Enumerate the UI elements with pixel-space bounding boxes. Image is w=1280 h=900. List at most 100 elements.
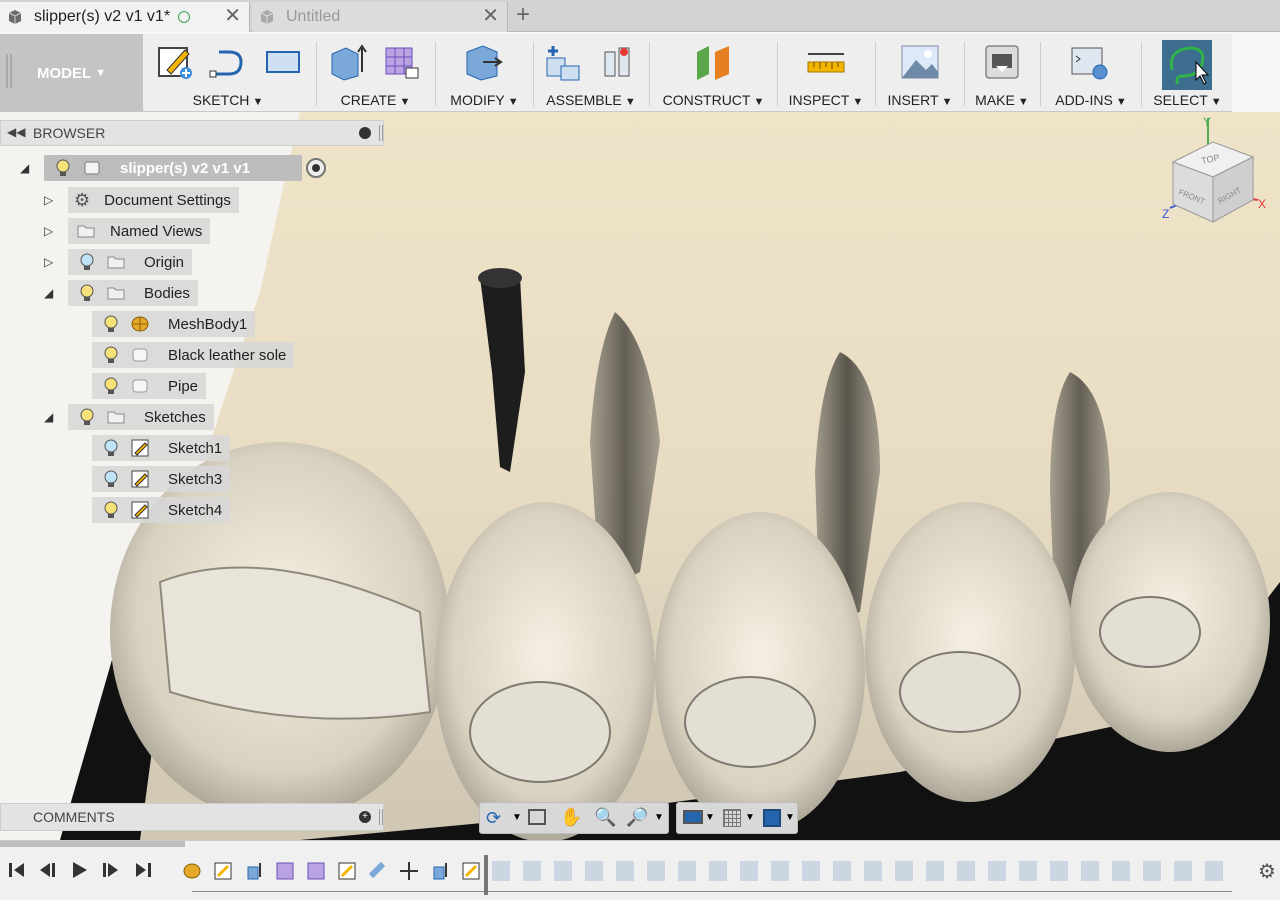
add-comment-icon[interactable]: + (359, 811, 371, 823)
browser-item-sketch1[interactable]: Sketch1 (92, 435, 231, 461)
browser-item-sketch3[interactable]: Sketch3 (92, 466, 231, 492)
scripts-addins-icon[interactable] (1070, 42, 1110, 82)
browser-item-sketch4[interactable]: Sketch4 (92, 497, 231, 523)
collapse-panel-icon[interactable]: ◀◀ (7, 125, 25, 139)
step-back-icon[interactable] (36, 859, 60, 881)
visibility-bulb-icon[interactable] (102, 345, 120, 365)
collapse-arrow-icon[interactable]: ◢ (44, 410, 53, 424)
black-leather-sole-chip[interactable]: Black leather sole (92, 342, 295, 368)
toolbar-grip-icon[interactable] (6, 54, 12, 88)
look-at-icon[interactable] (528, 809, 546, 825)
timeline-sketch-feature-icon[interactable] (337, 861, 357, 881)
chevron-down-icon[interactable]: ▼ (785, 812, 795, 823)
extrude-icon[interactable] (328, 42, 368, 82)
form-box-icon[interactable] (382, 42, 422, 82)
toolbar-label-assemble[interactable]: ASSEMBLE (535, 92, 647, 108)
visibility-bulb-icon[interactable] (78, 407, 96, 427)
joint-icon[interactable] (597, 42, 637, 82)
sketch4-chip[interactable]: Sketch4 (92, 497, 231, 523)
document-tab-inactive[interactable]: Untitled ✕ (252, 2, 508, 32)
grid-icon[interactable] (723, 809, 741, 827)
pipe-chip[interactable]: Pipe (92, 373, 207, 399)
document-settings-chip[interactable]: ⚙ Document Settings (68, 187, 239, 213)
timeline-form-feature-icon[interactable] (306, 861, 326, 881)
browser-item-named-views[interactable]: ▷ Named Views (44, 218, 211, 244)
orbit-icon[interactable]: ⟳ (486, 808, 501, 829)
pan-hand-icon[interactable]: ✋ (560, 807, 582, 828)
fit-zoom-icon[interactable]: 🔎 (626, 807, 648, 828)
expand-arrow-icon[interactable]: ▷ (44, 255, 53, 269)
bodies-chip[interactable]: Bodies (68, 280, 198, 306)
chevron-down-icon[interactable]: ▼ (512, 812, 522, 823)
sketches-chip[interactable]: Sketches (68, 404, 214, 430)
visibility-bulb-icon[interactable] (102, 376, 120, 396)
collapse-arrow-icon[interactable]: ◢ (44, 286, 53, 300)
offset-plane-icon[interactable] (693, 42, 733, 82)
activate-radio-icon[interactable] (306, 158, 326, 178)
browser-item-pipe[interactable]: Pipe (92, 373, 207, 399)
visibility-bulb-off-icon[interactable] (78, 252, 96, 272)
timeline-extrude-feature-icon[interactable] (430, 861, 450, 881)
panel-grip-icon[interactable] (379, 125, 383, 141)
toolbar-label-inspect[interactable]: INSPECT (779, 92, 873, 108)
named-views-chip[interactable]: Named Views (68, 218, 211, 244)
timeline-scroll-track[interactable] (0, 841, 185, 847)
panel-grip-icon[interactable] (379, 809, 383, 825)
timeline-form-feature-icon[interactable] (275, 861, 295, 881)
comments-panel-header[interactable]: COMMENTS + (0, 803, 384, 831)
press-pull-icon[interactable] (463, 42, 503, 82)
chevron-down-icon[interactable]: ▼ (705, 812, 715, 823)
zoom-icon[interactable]: 🔍 (594, 807, 616, 828)
rectangle-icon[interactable] (263, 42, 303, 82)
toolbar-label-select[interactable]: SELECT (1143, 92, 1232, 108)
3d-print-icon[interactable] (982, 42, 1022, 82)
toolbar-label-sketch[interactable]: SKETCH (143, 92, 313, 108)
measure-icon[interactable] (806, 42, 846, 82)
sketch3-chip[interactable]: Sketch3 (92, 466, 231, 492)
go-to-end-icon[interactable] (132, 859, 156, 881)
toolbar-label-construct[interactable]: CONSTRUCT (651, 92, 776, 108)
browser-item-meshbody1[interactable]: MeshBody1 (92, 311, 256, 337)
browser-item-bodies[interactable]: ◢ Bodies (44, 280, 198, 306)
timeline-mesh-feature-icon[interactable] (182, 861, 202, 881)
document-tab-active[interactable]: slipper(s) v2 v1 v1* ✕ (0, 2, 250, 32)
new-tab-button[interactable]: + (516, 2, 530, 28)
visibility-bulb-icon[interactable] (54, 158, 72, 178)
chevron-down-icon[interactable]: ▼ (654, 812, 664, 823)
close-tab-button[interactable]: ✕ (482, 6, 499, 26)
visibility-bulb-icon[interactable] (102, 314, 120, 334)
sketch1-chip[interactable]: Sketch1 (92, 435, 231, 461)
workspace-switcher-button[interactable]: MODEL ▼ (0, 34, 143, 112)
minimize-icon[interactable] (359, 127, 371, 139)
visibility-bulb-off-icon[interactable] (102, 438, 120, 458)
step-forward-icon[interactable] (100, 859, 124, 881)
timeline-sketch-feature-icon[interactable] (213, 861, 233, 881)
collapse-arrow-icon[interactable]: ◢ (20, 161, 29, 175)
viewports-icon[interactable] (763, 809, 781, 827)
visibility-bulb-icon[interactable] (102, 500, 120, 520)
meshbody1-chip[interactable]: MeshBody1 (92, 311, 256, 337)
close-tab-button[interactable]: ✕ (224, 6, 241, 26)
toolbar-label-modify[interactable]: MODIFY (437, 92, 532, 108)
expand-arrow-icon[interactable]: ▷ (44, 193, 53, 207)
browser-root-row[interactable]: ◢ slipper(s) v2 v1 v1 (20, 155, 326, 181)
timeline-sketch-feature-icon[interactable] (461, 861, 481, 881)
timeline-extrude-feature-icon[interactable] (244, 861, 264, 881)
timeline-pipe-feature-icon[interactable] (368, 861, 388, 881)
browser-item-black-leather-sole[interactable]: Black leather sole (92, 342, 295, 368)
display-settings-icon[interactable] (683, 810, 703, 824)
browser-item-sketches[interactable]: ◢ Sketches (44, 404, 214, 430)
browser-item-document-settings[interactable]: ▷ ⚙ Document Settings (44, 187, 239, 213)
insert-image-icon[interactable] (900, 42, 940, 82)
browser-item-origin[interactable]: ▷ Origin (44, 249, 193, 275)
toolbar-label-insert[interactable]: INSERT (877, 92, 963, 108)
new-component-icon[interactable] (543, 42, 583, 82)
timeline-settings-gear-icon[interactable]: ⚙ (1258, 859, 1276, 884)
chevron-down-icon[interactable]: ▼ (745, 812, 755, 823)
play-icon[interactable] (68, 859, 92, 881)
toolbar-label-make[interactable]: MAKE (966, 92, 1038, 108)
create-sketch-icon[interactable] (155, 42, 195, 82)
origin-chip[interactable]: Origin (68, 249, 193, 275)
toolbar-label-create[interactable]: CREATE (318, 92, 433, 108)
root-chip[interactable]: slipper(s) v2 v1 v1 (44, 155, 302, 181)
